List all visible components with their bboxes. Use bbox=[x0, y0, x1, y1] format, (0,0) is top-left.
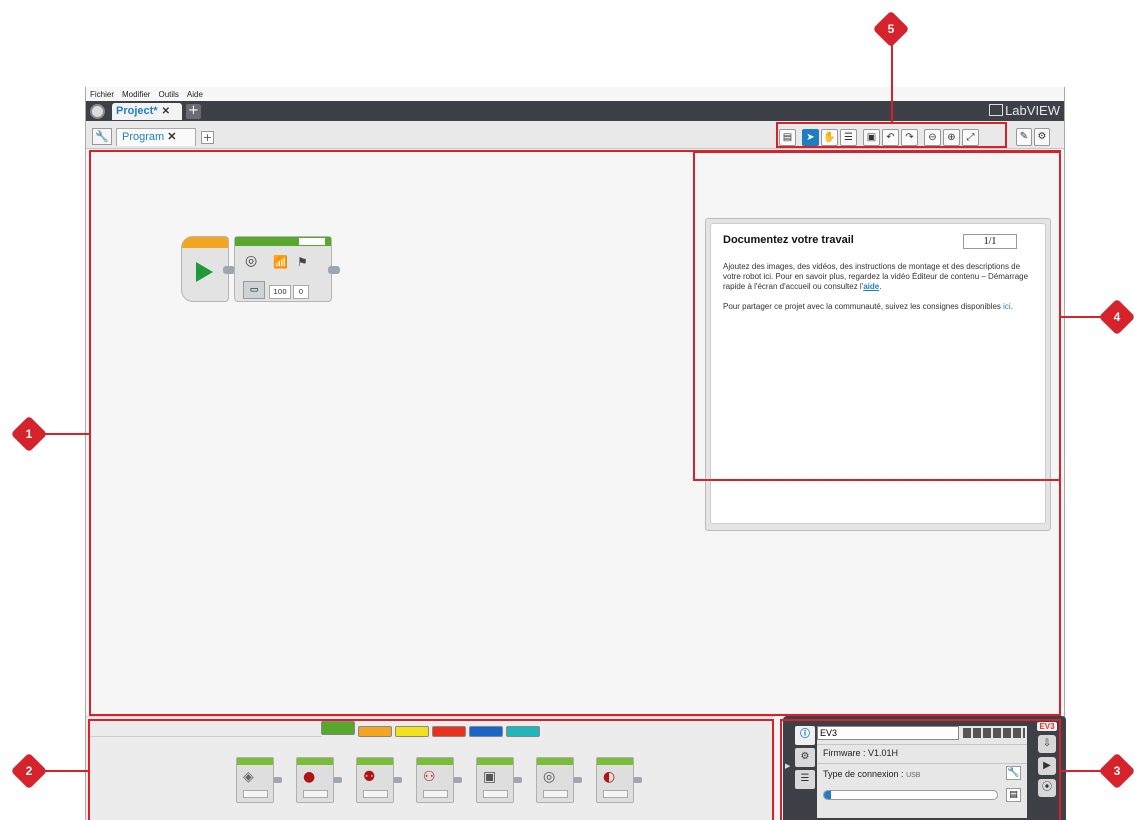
editor-side-tabs: ✎ ⚙ bbox=[1016, 128, 1050, 146]
menu-fichier[interactable]: Fichier bbox=[90, 90, 114, 99]
program-tab-label: Program bbox=[122, 131, 165, 143]
menu-aide[interactable]: Aide bbox=[187, 90, 203, 99]
add-project-button[interactable]: + bbox=[186, 104, 201, 119]
add-program-button[interactable]: + bbox=[201, 131, 214, 144]
tab-project[interactable]: Project* ✕ bbox=[112, 103, 182, 120]
callout-area-2-outline bbox=[88, 719, 774, 820]
labview-logo: LabVIEW bbox=[989, 103, 1060, 118]
menu-modifier[interactable]: Modifier bbox=[122, 90, 150, 99]
callout-area-4-outline bbox=[693, 151, 1061, 481]
callout-number-3: 3 bbox=[1113, 764, 1121, 778]
callout-area-5-outline bbox=[776, 122, 1007, 148]
project-tab-label: Project* bbox=[116, 105, 158, 117]
callout-line-5 bbox=[891, 40, 893, 123]
settings-tab-icon[interactable]: ⚙ bbox=[1034, 128, 1050, 146]
menu-outils[interactable]: Outils bbox=[158, 90, 178, 99]
lobby-icon[interactable] bbox=[90, 104, 105, 119]
content-editor-tab-icon[interactable]: ✎ bbox=[1016, 128, 1032, 146]
tab-program[interactable]: Program ✕ bbox=[116, 128, 196, 146]
close-project-icon[interactable]: ✕ bbox=[162, 106, 170, 117]
labview-label: LabVIEW bbox=[1005, 103, 1060, 118]
close-program-icon[interactable]: ✕ bbox=[167, 131, 176, 143]
callout-line-1 bbox=[42, 433, 90, 435]
callout-number-1: 1 bbox=[25, 427, 33, 441]
callout-number-5: 5 bbox=[887, 22, 895, 36]
screen: Fichier Modifier Outils Aide Project* ✕ +… bbox=[0, 0, 1134, 820]
callout-number-2: 2 bbox=[25, 764, 33, 778]
labview-icon bbox=[989, 104, 1004, 116]
callout-line-2 bbox=[42, 770, 89, 772]
callout-area-3-outline bbox=[780, 719, 1061, 820]
project-properties-button[interactable]: 🔧 bbox=[92, 128, 112, 145]
callout-number-4: 4 bbox=[1113, 310, 1121, 324]
menu-bar: Fichier Modifier Outils Aide bbox=[86, 87, 1064, 101]
title-bar: Project* ✕ + LabVIEW bbox=[86, 101, 1064, 121]
